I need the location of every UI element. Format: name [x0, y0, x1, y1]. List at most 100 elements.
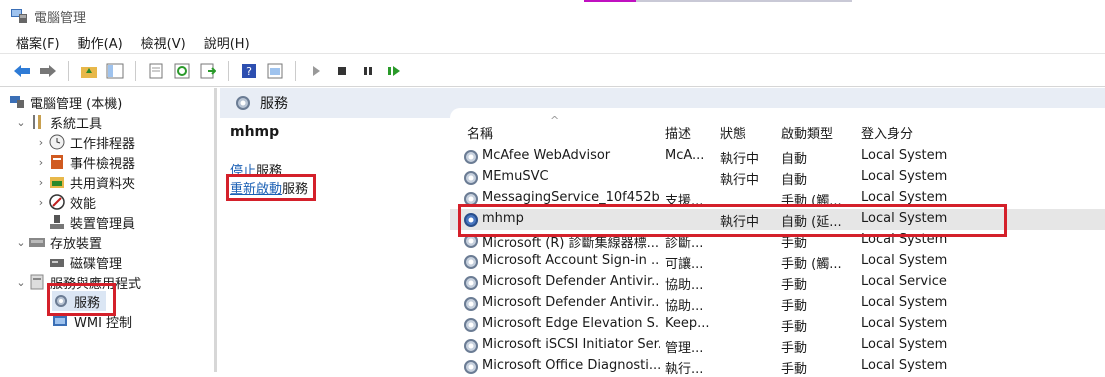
- computer-management-icon: [11, 9, 27, 23]
- navigation-tree: 電腦管理 (本機) ⌄ 系統工具 › 工作排程器 › 事件檢視器 › 共用資料夾…: [0, 88, 217, 372]
- collapsed-chevron-icon[interactable]: ›: [34, 156, 48, 169]
- back-icon[interactable]: [12, 61, 32, 81]
- tree-event-viewer[interactable]: › 事件檢視器: [34, 152, 135, 172]
- tree-event-viewer-label: 事件檢視器: [70, 156, 136, 172]
- tree-disk-management[interactable]: 磁碟管理: [48, 252, 122, 272]
- service-name: MessagingService_10f452b1: [482, 190, 660, 205]
- service-gear-icon: [464, 255, 478, 269]
- disk-icon: [48, 254, 66, 270]
- performance-icon: [48, 194, 66, 210]
- collapsed-chevron-icon[interactable]: ›: [34, 136, 48, 149]
- column-header-startup[interactable]: 啟動類型: [781, 123, 833, 142]
- menu-view[interactable]: 檢視(V): [141, 33, 186, 52]
- export-list-icon[interactable]: [198, 61, 218, 81]
- service-row[interactable]: Microsoft Defender Antivir... 協助... 手動 L…: [450, 272, 1105, 293]
- menu-action[interactable]: 動作(A): [78, 33, 123, 52]
- service-description: McA...: [665, 148, 705, 163]
- service-name: Microsoft Office Diagnosti...: [482, 358, 660, 373]
- service-gear-icon: [464, 150, 478, 164]
- selected-service-name: mhmp: [230, 124, 280, 140]
- clock-icon: [48, 134, 66, 150]
- expanded-chevron-icon[interactable]: ⌄: [14, 236, 28, 249]
- service-logon: Local System: [861, 190, 948, 205]
- service-row[interactable]: McAfee WebAdvisor McA... 執行中 自動 Local Sy…: [450, 146, 1105, 167]
- tree-device-manager-label: 裝置管理員: [70, 216, 136, 232]
- service-row[interactable]: Microsoft Account Sign-in ... 可讓... 手動 (…: [450, 251, 1105, 272]
- show-hide-tree-icon[interactable]: [105, 61, 125, 81]
- menu-file[interactable]: 檔案(F): [16, 33, 60, 52]
- forward-icon[interactable]: [38, 61, 58, 81]
- expanded-chevron-icon[interactable]: ⌄: [14, 276, 28, 289]
- service-name: Microsoft Edge Elevation S...: [482, 316, 660, 331]
- storage-icon: [28, 234, 46, 250]
- service-startup-type: 手動: [781, 320, 808, 335]
- expanded-chevron-icon[interactable]: ⌄: [14, 116, 28, 129]
- service-logon: Local System: [861, 295, 948, 310]
- service-row[interactable]: Microsoft iSCSI Initiator Ser... 管理... 手…: [450, 335, 1105, 356]
- collapsed-chevron-icon[interactable]: ›: [34, 196, 48, 209]
- tools-icon: [28, 114, 46, 130]
- tree-root[interactable]: 電腦管理 (本機): [8, 92, 122, 112]
- tree-performance[interactable]: › 效能: [34, 192, 96, 212]
- service-status: 執行中: [720, 173, 760, 188]
- menu-help[interactable]: 說明(H): [204, 33, 250, 52]
- service-startup-type: 自動: [781, 152, 808, 167]
- console-view-icon[interactable]: [265, 61, 285, 81]
- service-logon: Local System: [861, 337, 948, 352]
- service-name: MEmuSVC: [482, 169, 549, 184]
- highlight-box: [226, 174, 316, 201]
- window-title: 電腦管理: [34, 10, 87, 26]
- pause-service-icon[interactable]: [358, 61, 378, 81]
- service-logon: Local Service: [861, 274, 947, 289]
- service-name: Microsoft Defender Antivir...: [482, 295, 660, 310]
- tree-shared-folders-label: 共用資料夾: [70, 176, 136, 192]
- tree-root-label: 電腦管理 (本機): [30, 96, 123, 112]
- tree-shared-folders[interactable]: › 共用資料夾: [34, 172, 135, 192]
- tree-task-scheduler-label: 工作排程器: [70, 136, 136, 152]
- device-manager-icon: [48, 214, 66, 230]
- start-service-icon[interactable]: [306, 61, 326, 81]
- stop-service-icon[interactable]: [332, 61, 352, 81]
- collapsed-chevron-icon[interactable]: ›: [34, 176, 48, 189]
- column-header-name[interactable]: 名稱: [467, 123, 493, 142]
- toolbar: ?: [0, 55, 1105, 87]
- service-name: Microsoft Account Sign-in ...: [482, 253, 660, 268]
- service-gear-icon: [464, 276, 478, 290]
- service-status: 執行中: [720, 152, 760, 167]
- service-logon: Local System: [861, 358, 948, 373]
- service-description: Keep...: [665, 316, 710, 331]
- services-apps-icon: [28, 274, 46, 290]
- tree-system-tools-label: 系統工具: [50, 116, 103, 132]
- tree-task-scheduler[interactable]: › 工作排程器: [34, 132, 135, 152]
- service-detail-pane: mhmp 停止服務 重新啟動服務: [220, 118, 450, 372]
- column-header-status[interactable]: 狀態: [720, 123, 746, 142]
- properties-icon[interactable]: [146, 61, 166, 81]
- service-row[interactable]: Microsoft Office Diagnosti... 執行... 手動 L…: [450, 356, 1105, 377]
- pane-title: 服務: [260, 96, 288, 112]
- column-header-logon[interactable]: 登入身分: [861, 123, 913, 142]
- help-icon[interactable]: ?: [239, 61, 259, 81]
- service-row[interactable]: Microsoft Defender Antivir... 協助... 手動 L…: [450, 293, 1105, 314]
- service-startup-type: 手動: [781, 299, 808, 314]
- service-description: 管理...: [665, 341, 704, 356]
- tree-device-manager[interactable]: 裝置管理員: [48, 212, 135, 232]
- svg-text:?: ?: [246, 65, 252, 78]
- column-header-description[interactable]: 描述: [665, 123, 691, 142]
- service-row[interactable]: MEmuSVC 執行中 自動 Local System: [450, 167, 1105, 188]
- service-logon: Local System: [861, 169, 948, 184]
- service-description: 協助...: [665, 278, 704, 293]
- tree-system-tools[interactable]: ⌄ 系統工具: [14, 112, 102, 132]
- service-gear-icon: [464, 339, 478, 353]
- services-list: 名稱 ^ 描述 狀態 啟動類型 登入身分 McAfee WebAdvisor M…: [450, 108, 1105, 377]
- service-startup-type: 手動 (觸...: [781, 257, 842, 272]
- service-row[interactable]: Microsoft Edge Elevation S... Keep... 手動…: [450, 314, 1105, 335]
- title-bar: 電腦管理: [0, 0, 1105, 32]
- tree-storage[interactable]: ⌄ 存放裝置: [14, 232, 102, 252]
- up-folder-icon[interactable]: [79, 61, 99, 81]
- service-description: 協助...: [665, 299, 704, 314]
- highlight-box: [458, 204, 1007, 237]
- restart-service-icon[interactable]: [384, 61, 404, 81]
- service-name: Microsoft Defender Antivir...: [482, 274, 660, 289]
- service-description: 執行...: [665, 362, 704, 377]
- refresh-icon[interactable]: [172, 61, 192, 81]
